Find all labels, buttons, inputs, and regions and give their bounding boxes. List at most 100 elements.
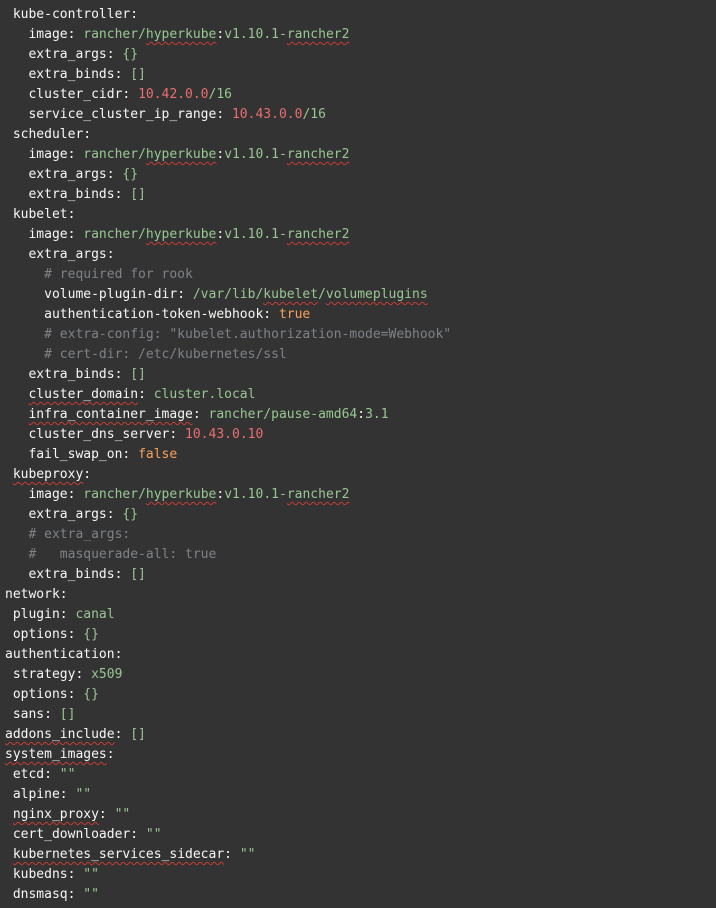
code-line[interactable]: network: bbox=[5, 585, 716, 605]
code-line[interactable]: sans: [] bbox=[5, 705, 716, 725]
code-token-key: scheduler bbox=[5, 127, 84, 142]
code-token-misspelled: infra_container_image bbox=[28, 407, 193, 422]
code-line[interactable]: kubeproxy: bbox=[5, 465, 716, 485]
code-token-key: image bbox=[5, 147, 68, 162]
code-token-bool: false bbox=[138, 447, 178, 462]
code-line[interactable]: authentication-token-webhook: true bbox=[5, 305, 716, 325]
code-line[interactable]: extra_args: {} bbox=[5, 505, 716, 525]
code-line[interactable]: # required for rook bbox=[5, 265, 716, 285]
code-token-misspelled: system_images bbox=[5, 747, 107, 762]
code-line[interactable]: kube-controller: bbox=[5, 5, 716, 25]
code-token-key: extra_binds bbox=[5, 567, 115, 582]
code-token-pun: : bbox=[67, 887, 84, 902]
code-token-str: / bbox=[318, 287, 326, 302]
code-token-key: extra_args bbox=[5, 247, 107, 262]
code-line[interactable]: kubernetes_services_sidecar: "" bbox=[5, 845, 716, 865]
code-line[interactable]: # extra_args: bbox=[5, 525, 716, 545]
code-token-pun: : bbox=[216, 487, 225, 502]
code-token-pun: : bbox=[114, 567, 131, 582]
code-token-com: # extra_args: bbox=[5, 527, 131, 542]
code-line[interactable]: alpine: "" bbox=[5, 785, 716, 805]
code-line[interactable]: extra_binds: [] bbox=[5, 65, 716, 85]
code-token-key: cluster_dns_server bbox=[5, 427, 170, 442]
code-token-pun: : bbox=[122, 447, 139, 462]
code-token-str: "" bbox=[114, 807, 131, 822]
code-token-pun: : bbox=[357, 407, 366, 422]
code-line[interactable]: extra_binds: [] bbox=[5, 365, 716, 385]
code-token-pun: : bbox=[59, 607, 76, 622]
code-line[interactable]: scheduler: bbox=[5, 125, 716, 145]
code-token-str: rancher/ bbox=[83, 487, 146, 502]
code-token-misspelled: hyperkube bbox=[145, 147, 217, 162]
code-token-str: {} bbox=[122, 47, 139, 62]
code-token-str: cluster.local bbox=[153, 387, 256, 402]
code-line[interactable]: etcd: "" bbox=[5, 765, 716, 785]
code-token-key: kubelet bbox=[5, 207, 68, 222]
code-line[interactable]: cert_downloader: "" bbox=[5, 825, 716, 845]
code-line[interactable]: system_images: bbox=[5, 745, 716, 765]
code-token-pun: : bbox=[67, 147, 84, 162]
code-token-str: "" bbox=[59, 767, 76, 782]
code-line[interactable]: extra_args: {} bbox=[5, 165, 716, 185]
code-line[interactable]: plugin: canal bbox=[5, 605, 716, 625]
code-token-pun: : bbox=[106, 747, 115, 762]
code-token-key: options bbox=[5, 687, 68, 702]
code-token-com: # masquerade-all: true bbox=[5, 547, 217, 562]
code-token-num: 10.43.0.0 bbox=[231, 107, 303, 122]
code-token-misspelled: rancher2 bbox=[286, 227, 350, 242]
code-line[interactable]: dnsmasq: "" bbox=[5, 885, 716, 905]
code-token-pun: : bbox=[67, 627, 84, 642]
code-line[interactable]: extra_args: bbox=[5, 245, 716, 265]
code-line[interactable]: nginx_proxy: "" bbox=[5, 805, 716, 825]
code-line[interactable]: # cert-dir: /etc/kubernetes/ssl bbox=[5, 345, 716, 365]
code-token-com: # extra-config: "kubelet.authorization-m… bbox=[5, 327, 452, 342]
code-token-pun: : bbox=[67, 227, 84, 242]
code-token-pun: : bbox=[114, 727, 131, 742]
code-token-key: extra_binds bbox=[5, 67, 115, 82]
code-token-str: [] bbox=[130, 727, 146, 742]
code-line[interactable]: extra_binds: [] bbox=[5, 185, 716, 205]
code-token-pun: : bbox=[122, 87, 139, 102]
code-line[interactable]: authentication: bbox=[5, 645, 716, 665]
code-line[interactable]: service_cluster_ip_range: 10.43.0.0/16 bbox=[5, 105, 716, 125]
code-token-misspelled: nginx_proxy bbox=[12, 807, 99, 822]
code-token-key: kube-controller bbox=[5, 7, 131, 22]
code-line[interactable]: cluster_cidr: 10.42.0.0/16 bbox=[5, 85, 716, 105]
code-token-pun: : bbox=[44, 707, 60, 722]
code-token-pun bbox=[5, 807, 13, 822]
code-line[interactable]: infra_container_image: rancher/pause-amd… bbox=[5, 405, 716, 425]
code-line[interactable]: fail_swap_on: false bbox=[5, 445, 716, 465]
code-token-str: x509 bbox=[91, 667, 123, 682]
code-line[interactable]: options: {} bbox=[5, 625, 716, 645]
code-line[interactable]: # extra-config: "kubelet.authorization-m… bbox=[5, 325, 716, 345]
code-editor-text-area[interactable]: kube-controller: image: rancher/hyperkub… bbox=[0, 0, 716, 908]
code-token-misspelled: hyperkube bbox=[145, 227, 217, 242]
code-token-str: {} bbox=[122, 167, 139, 182]
code-token-str: "" bbox=[83, 887, 99, 902]
code-token-pun: : bbox=[106, 47, 123, 62]
code-token-str: "" bbox=[83, 867, 99, 882]
code-line[interactable]: kubelet: bbox=[5, 205, 716, 225]
code-line[interactable]: strategy: x509 bbox=[5, 665, 716, 685]
code-line[interactable]: cluster_dns_server: 10.43.0.10 bbox=[5, 425, 716, 445]
code-line[interactable]: image: rancher/hyperkube:v1.10.1-rancher… bbox=[5, 145, 716, 165]
code-line[interactable]: volume-plugin-dir: /var/lib/kubelet/volu… bbox=[5, 285, 716, 305]
code-token-key: volume-plugin-dir bbox=[5, 287, 178, 302]
code-line[interactable]: image: rancher/hyperkube:v1.10.1-rancher… bbox=[5, 25, 716, 45]
code-line[interactable]: image: rancher/hyperkube:v1.10.1-rancher… bbox=[5, 485, 716, 505]
code-token-str: rancher/ bbox=[83, 27, 146, 42]
code-token-misspelled: kubelet bbox=[263, 287, 319, 302]
code-line[interactable]: options: {} bbox=[5, 685, 716, 705]
code-line[interactable]: kubedns: "" bbox=[5, 865, 716, 885]
code-token-str: [] bbox=[59, 707, 76, 722]
code-token-pun: : bbox=[59, 587, 68, 602]
code-line[interactable]: extra_binds: [] bbox=[5, 565, 716, 585]
code-line[interactable]: addons_include: [] bbox=[5, 725, 716, 745]
code-line[interactable]: # masquerade-all: true bbox=[5, 545, 716, 565]
code-token-bool: true bbox=[278, 307, 311, 322]
code-token-str: v1.10.1- bbox=[224, 487, 287, 502]
code-line[interactable]: extra_args: {} bbox=[5, 45, 716, 65]
code-line[interactable]: image: rancher/hyperkube:v1.10.1-rancher… bbox=[5, 225, 716, 245]
code-line[interactable]: cluster_domain: cluster.local bbox=[5, 385, 716, 405]
code-token-key: plugin bbox=[5, 607, 60, 622]
